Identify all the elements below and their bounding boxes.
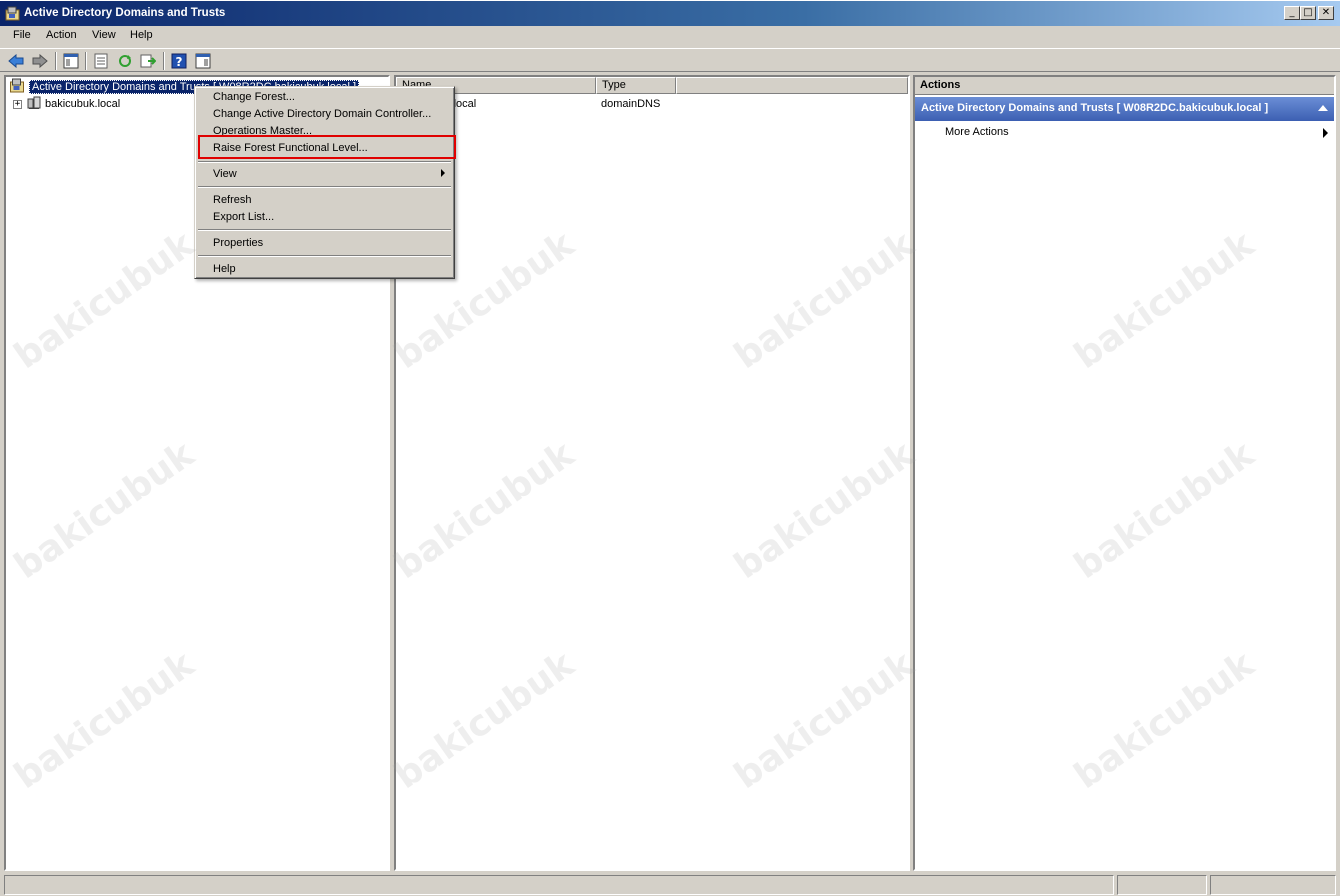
menu-action[interactable]: Action <box>46 29 77 41</box>
menu-bar: File Action View Help <box>0 26 1340 46</box>
menu-item-raise-forest-functional-level[interactable]: Raise Forest Functional Level... <box>213 142 368 154</box>
status-bar <box>0 874 1340 896</box>
maximize-button[interactable]: □ <box>1300 6 1316 20</box>
title-bar: Active Directory Domains and Trusts _ □ … <box>0 0 1340 26</box>
menu-help[interactable]: Help <box>130 29 153 41</box>
domain-icon <box>27 96 41 113</box>
column-header-type[interactable]: Type <box>596 77 676 94</box>
menu-view[interactable]: View <box>92 29 116 41</box>
back-icon[interactable] <box>6 51 26 71</box>
refresh-icon[interactable] <box>115 51 135 71</box>
properties-icon[interactable] <box>91 51 111 71</box>
toolbar: ? <box>0 48 1340 72</box>
menu-item-view[interactable]: View <box>213 168 237 180</box>
menu-file[interactable]: File <box>13 29 31 41</box>
menu-item-properties[interactable]: Properties <box>213 237 263 249</box>
menu-item-export-list[interactable]: Export List... <box>213 211 274 223</box>
toolbar-separator <box>55 52 57 70</box>
tree-node-domain[interactable]: + bakicubuk.local <box>13 96 120 112</box>
toolbar-separator <box>163 52 165 70</box>
ad-domains-trusts-icon <box>5 6 21 21</box>
status-panel-3 <box>1210 875 1336 895</box>
column-header-filler <box>676 77 908 94</box>
menu-separator <box>198 255 451 257</box>
menu-item-help[interactable]: Help <box>213 263 236 275</box>
menu-separator <box>198 161 451 163</box>
menu-item-change-forest[interactable]: Change Forest... <box>213 91 295 103</box>
submenu-arrow-icon <box>1323 128 1328 138</box>
show-hide-console-tree-icon[interactable] <box>61 51 81 71</box>
context-menu: Change Forest... Change Active Directory… <box>194 86 456 279</box>
menu-item-refresh[interactable]: Refresh <box>213 194 252 206</box>
help-icon[interactable]: ? <box>169 51 189 71</box>
export-list-icon[interactable] <box>138 51 158 71</box>
toolbar-separator <box>85 52 87 70</box>
results-pane: Name Type bakicubuk.local domainDNS <box>394 75 910 871</box>
collapse-icon[interactable] <box>1318 105 1328 111</box>
menu-separator <box>198 186 451 188</box>
minimize-button[interactable]: _ <box>1284 6 1300 20</box>
window-title: Active Directory Domains and Trusts <box>24 7 226 19</box>
row-type-cell: domainDNS <box>601 98 661 110</box>
actions-section-header[interactable]: Active Directory Domains and Trusts [ W0… <box>915 97 1334 121</box>
status-panel-main <box>4 875 1114 895</box>
forward-icon[interactable] <box>30 51 50 71</box>
actions-section-title: Active Directory Domains and Trusts [ W0… <box>921 102 1269 114</box>
actions-header: Actions <box>915 77 1334 95</box>
ad-domains-trusts-icon <box>9 78 26 96</box>
svg-text:?: ? <box>176 55 183 69</box>
menu-separator <box>198 229 451 231</box>
tree-node-domain-label: bakicubuk.local <box>45 98 121 110</box>
expand-icon[interactable]: + <box>13 99 22 109</box>
menu-item-change-domain-controller[interactable]: Change Active Directory Domain Controlle… <box>213 108 431 120</box>
close-button[interactable]: ✕ <box>1318 6 1334 20</box>
actions-pane: Actions Active Directory Domains and Tru… <box>913 75 1336 871</box>
status-panel-2 <box>1117 875 1207 895</box>
more-actions-link[interactable]: More Actions <box>945 126 1009 138</box>
show-hide-action-pane-icon[interactable] <box>193 51 213 71</box>
submenu-arrow-icon <box>441 169 445 177</box>
table-row[interactable]: bakicubuk.local domainDNS <box>396 96 908 112</box>
